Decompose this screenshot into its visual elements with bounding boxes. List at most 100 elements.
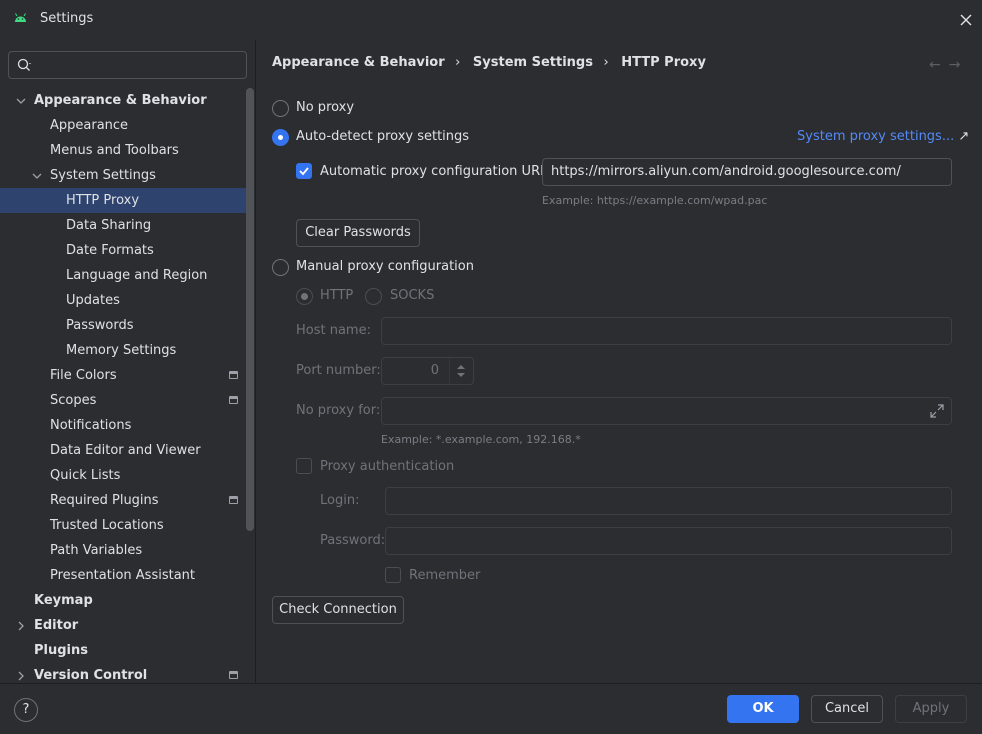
auto-config-url-label: Automatic proxy configuration URL: bbox=[320, 164, 552, 179]
remember-checkbox[interactable] bbox=[385, 567, 401, 583]
chevron-down-icon[interactable] bbox=[32, 171, 42, 181]
project-level-icon bbox=[229, 396, 238, 404]
sidebar-item-label: Editor bbox=[34, 618, 79, 633]
project-level-icon bbox=[229, 496, 238, 504]
cancel-button[interactable]: Cancel bbox=[811, 695, 883, 723]
sidebar-item-passwords[interactable]: Passwords bbox=[0, 313, 254, 338]
breadcrumb-separator: › bbox=[455, 55, 461, 70]
port-number-label: Port number: bbox=[296, 363, 381, 378]
search-icon bbox=[17, 58, 31, 71]
sidebar-item-http-proxy[interactable]: HTTP Proxy bbox=[0, 188, 254, 213]
sidebar-item-memory-settings[interactable]: Memory Settings bbox=[0, 338, 254, 363]
http-label: HTTP bbox=[320, 288, 354, 303]
help-button[interactable]: ? bbox=[14, 698, 38, 722]
sidebar-item-keymap[interactable]: Keymap bbox=[0, 588, 254, 613]
sidebar-item-menus-and-toolbars[interactable]: Menus and Toolbars bbox=[0, 138, 254, 163]
sidebar-item-language-and-region[interactable]: Language and Region bbox=[0, 263, 254, 288]
sidebar-item-trusted-locations[interactable]: Trusted Locations bbox=[0, 513, 254, 538]
sidebar-item-plugins[interactable]: Plugins bbox=[0, 638, 254, 663]
forward-arrow-icon[interactable]: → bbox=[949, 57, 969, 73]
sidebar-item-label: Data Sharing bbox=[66, 218, 152, 233]
sidebar-item-notifications[interactable]: Notifications bbox=[0, 413, 254, 438]
sidebar-item-date-formats[interactable]: Date Formats bbox=[0, 238, 254, 263]
sidebar-item-label: Passwords bbox=[66, 318, 134, 333]
sidebar-item-version-control[interactable]: Version Control bbox=[0, 663, 254, 683]
sidebar-item-appearance-behavior[interactable]: Appearance & Behavior bbox=[0, 88, 254, 113]
no-proxy-for-input[interactable] bbox=[381, 397, 952, 425]
sidebar-item-scopes[interactable]: Scopes bbox=[0, 388, 254, 413]
system-proxy-settings-link[interactable]: System proxy settings... ↗ bbox=[797, 129, 969, 144]
sidebar-item-label: Appearance & Behavior bbox=[34, 93, 207, 108]
checkmark-icon bbox=[299, 167, 309, 176]
breadcrumb-separator: › bbox=[603, 55, 609, 70]
login-input[interactable] bbox=[385, 487, 952, 515]
sidebar-item-label: Data Editor and Viewer bbox=[50, 443, 201, 458]
auto-config-url-input[interactable]: https://mirrors.aliyun.com/android.googl… bbox=[542, 158, 952, 186]
sidebar-item-required-plugins[interactable]: Required Plugins bbox=[0, 488, 254, 513]
proxy-authentication-label: Proxy authentication bbox=[320, 459, 455, 474]
search-input[interactable] bbox=[8, 51, 247, 79]
host-name-input[interactable] bbox=[381, 317, 952, 345]
sidebar-item-label: Trusted Locations bbox=[50, 518, 164, 533]
sidebar-item-system-settings[interactable]: System Settings bbox=[0, 163, 254, 188]
breadcrumb: Appearance & Behavior › System Settings … bbox=[272, 55, 712, 70]
no-proxy-radio[interactable] bbox=[272, 100, 289, 117]
chevron-right-icon[interactable] bbox=[16, 621, 26, 631]
http-proxy-panel: Appearance & Behavior › System Settings … bbox=[257, 40, 982, 683]
proxy-authentication-checkbox[interactable] bbox=[296, 458, 312, 474]
back-arrow-icon[interactable]: ← bbox=[929, 57, 949, 73]
sidebar-item-label: Updates bbox=[66, 293, 120, 308]
chevron-down-icon[interactable] bbox=[16, 96, 26, 106]
apply-button[interactable]: Apply bbox=[895, 695, 967, 723]
chevron-right-icon[interactable] bbox=[16, 671, 26, 681]
stepper-arrows-icon[interactable] bbox=[449, 358, 473, 384]
socks-radio[interactable] bbox=[365, 288, 382, 305]
title-bar: Settings bbox=[0, 0, 982, 40]
dialog-footer: ? OK Cancel Apply bbox=[0, 683, 982, 734]
clear-passwords-button[interactable]: Clear Passwords bbox=[296, 219, 420, 247]
sidebar-item-presentation-assistant[interactable]: Presentation Assistant bbox=[0, 563, 254, 588]
sidebar-item-label: Keymap bbox=[34, 593, 93, 608]
auto-config-url-hint: Example: https://example.com/wpad.pac bbox=[542, 194, 768, 207]
close-icon[interactable] bbox=[956, 10, 976, 30]
project-level-icon bbox=[229, 371, 238, 379]
ok-button[interactable]: OK bbox=[727, 695, 799, 723]
auto-config-url-checkbox[interactable] bbox=[296, 163, 312, 179]
auto-detect-label: Auto-detect proxy settings bbox=[296, 129, 470, 144]
sidebar-item-label: Appearance bbox=[50, 118, 129, 133]
password-label: Password: bbox=[320, 533, 386, 548]
sidebar-item-data-editor-and-viewer[interactable]: Data Editor and Viewer bbox=[0, 438, 254, 463]
http-radio[interactable] bbox=[296, 288, 313, 305]
breadcrumb-appearance-behavior[interactable]: Appearance & Behavior bbox=[272, 55, 445, 70]
host-name-label: Host name: bbox=[296, 323, 371, 338]
manual-proxy-radio[interactable] bbox=[272, 259, 289, 276]
socks-label: SOCKS bbox=[390, 288, 435, 303]
sidebar-item-appearance[interactable]: Appearance bbox=[0, 113, 254, 138]
sidebar-item-label: Quick Lists bbox=[50, 468, 121, 483]
manual-proxy-label: Manual proxy configuration bbox=[296, 259, 474, 274]
settings-tree: Appearance & Behavior Appearance Menus and… bbox=[0, 88, 254, 683]
sidebar-item-editor[interactable]: Editor bbox=[0, 613, 254, 638]
password-input[interactable] bbox=[385, 527, 952, 555]
no-proxy-for-hint: Example: *.example.com, 192.168.* bbox=[381, 433, 581, 446]
sidebar-item-file-colors[interactable]: File Colors bbox=[0, 363, 254, 388]
system-proxy-link-text: System proxy settings... bbox=[797, 129, 955, 144]
sidebar-item-label: HTTP Proxy bbox=[66, 193, 140, 208]
navigation-arrows: ←→ bbox=[929, 57, 968, 73]
sidebar-item-path-variables[interactable]: Path Variables bbox=[0, 538, 254, 563]
auto-detect-radio[interactable] bbox=[272, 129, 289, 146]
sidebar-item-label: Date Formats bbox=[66, 243, 154, 258]
sidebar-item-updates[interactable]: Updates bbox=[0, 288, 254, 313]
external-link-icon: ↗ bbox=[958, 129, 970, 144]
breadcrumb-system-settings[interactable]: System Settings bbox=[473, 55, 593, 70]
check-connection-button[interactable]: Check Connection bbox=[272, 596, 404, 624]
android-icon bbox=[15, 13, 26, 22]
expand-icon[interactable] bbox=[929, 403, 945, 419]
sidebar-item-quick-lists[interactable]: Quick Lists bbox=[0, 463, 254, 488]
sidebar-item-label: Language and Region bbox=[66, 268, 208, 283]
sidebar-item-label: System Settings bbox=[50, 168, 156, 183]
sidebar-scrollbar[interactable] bbox=[246, 88, 254, 531]
remember-label: Remember bbox=[409, 568, 481, 583]
sidebar-item-data-sharing[interactable]: Data Sharing bbox=[0, 213, 254, 238]
sidebar-item-label: Presentation Assistant bbox=[50, 568, 195, 583]
